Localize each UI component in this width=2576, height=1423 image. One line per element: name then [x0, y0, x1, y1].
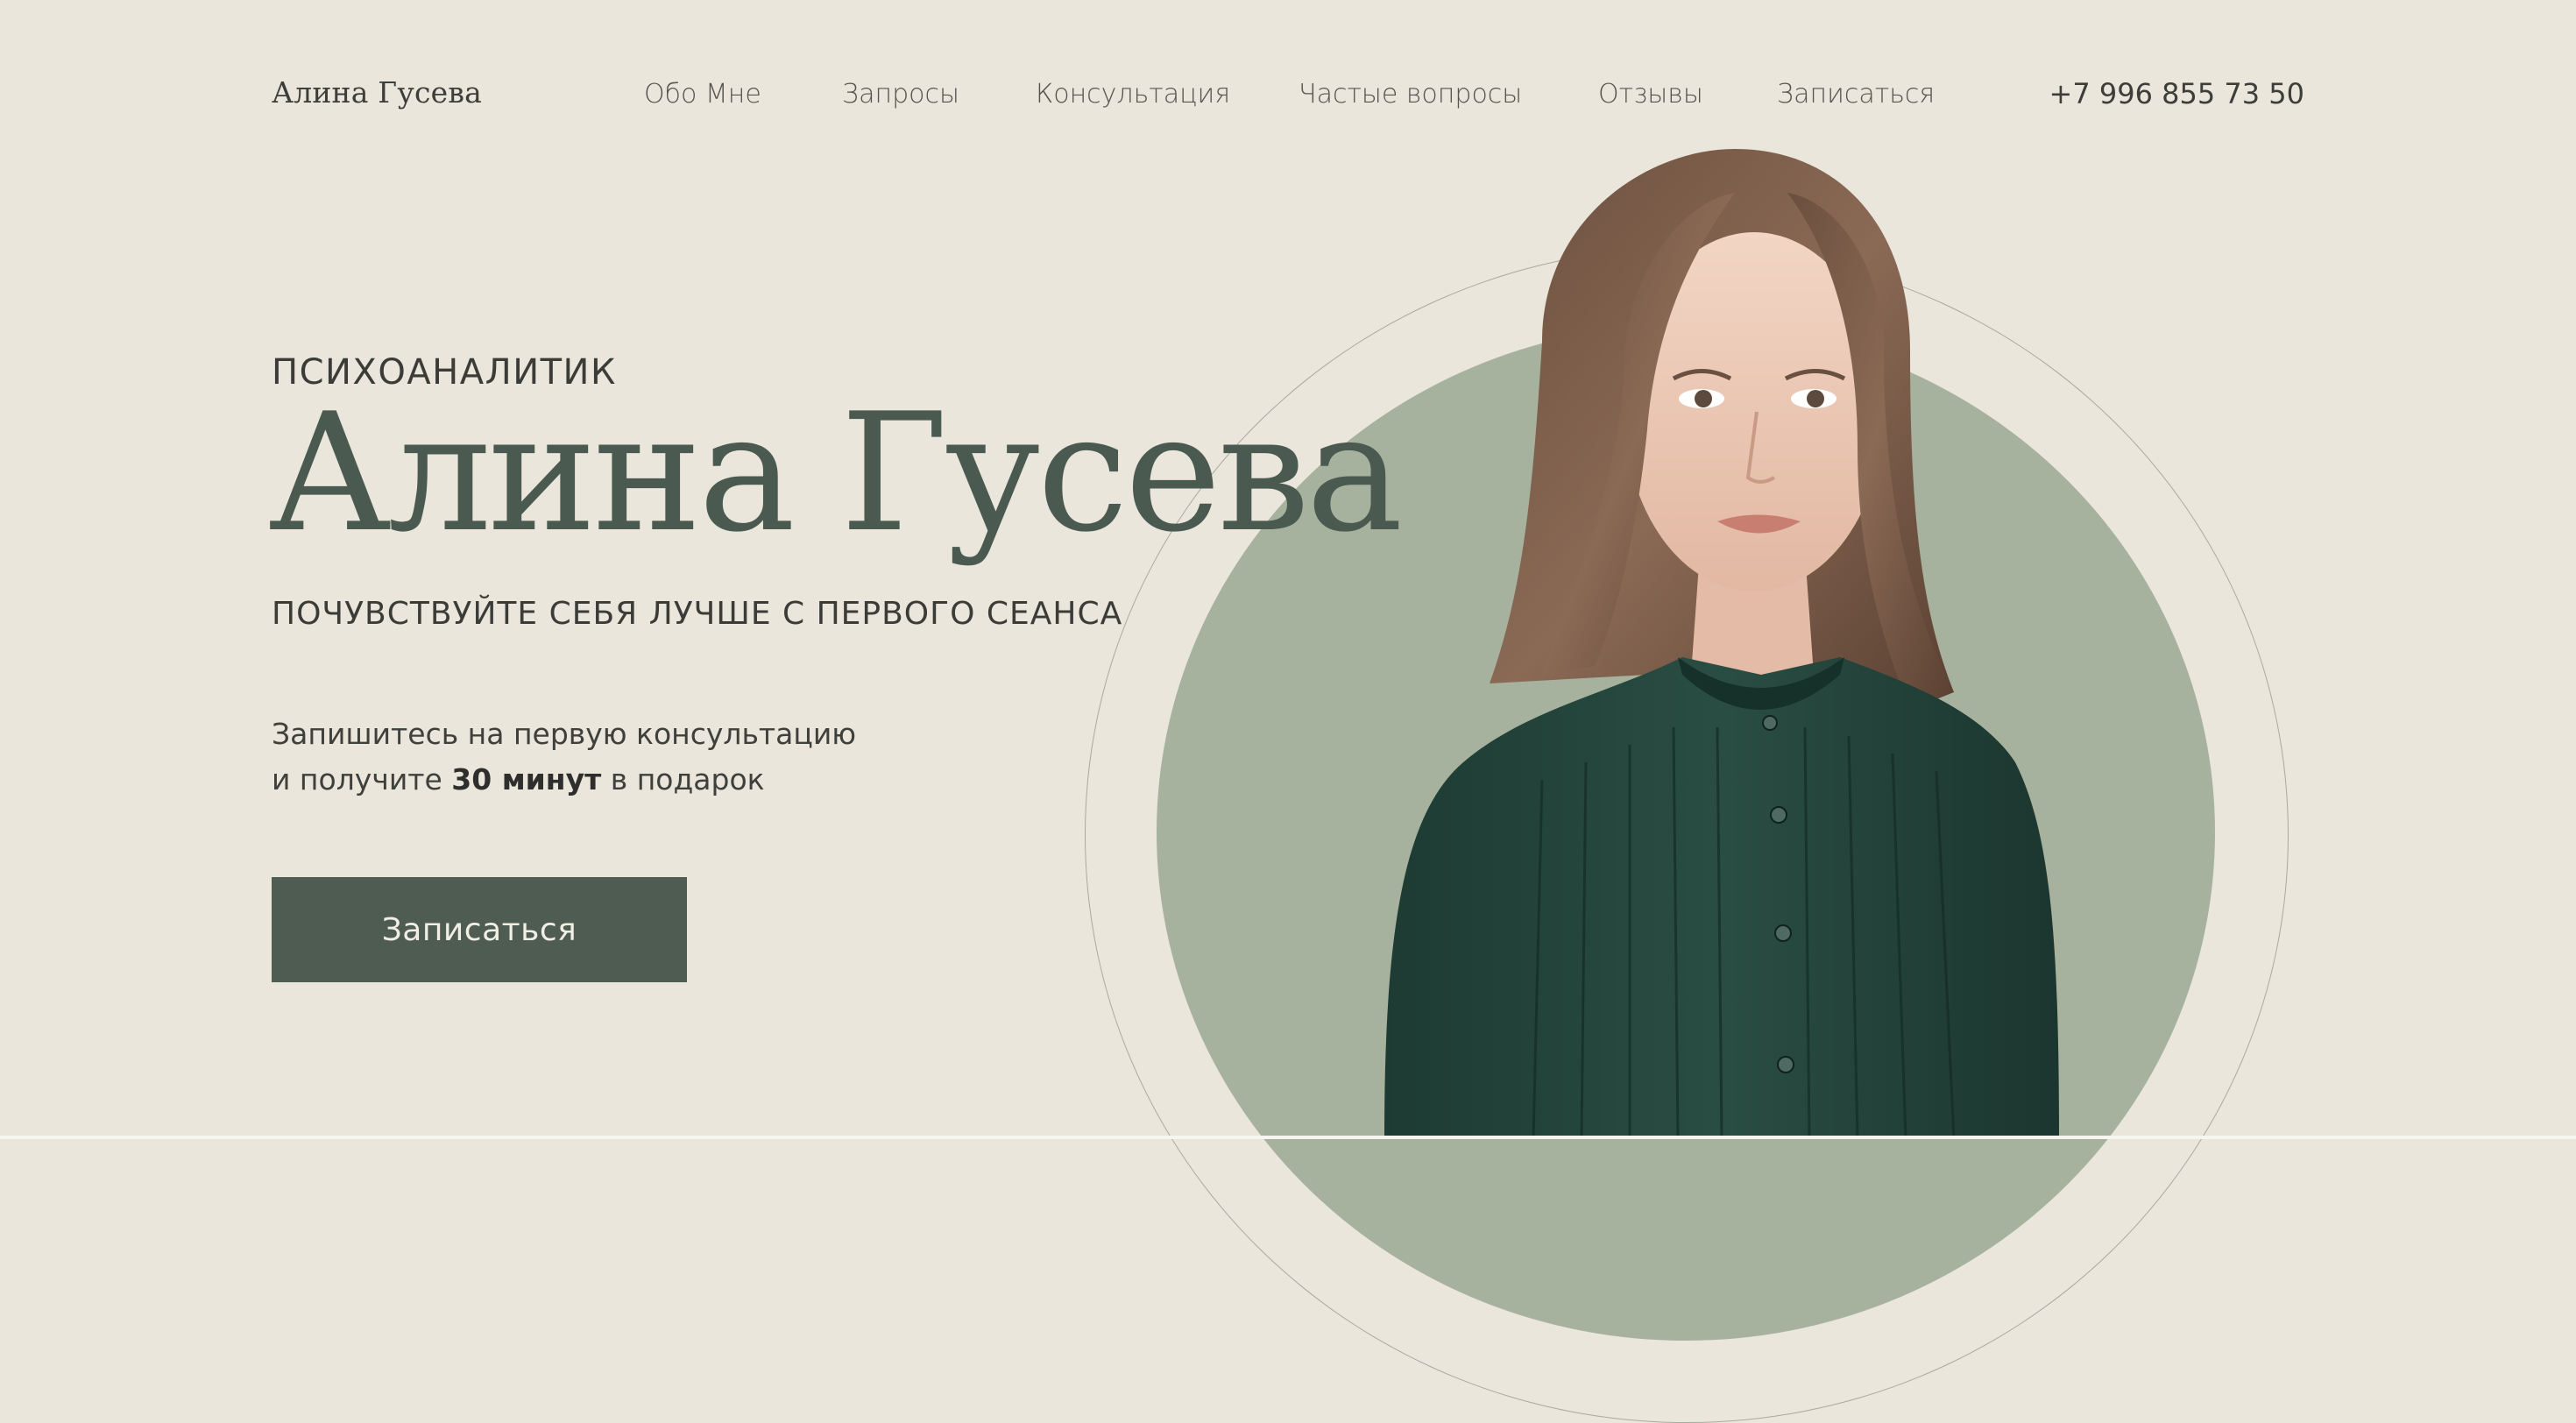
nav-item-about[interactable]: Обо Мне: [644, 79, 761, 110]
hero-title: Алина Гусева: [268, 378, 1403, 568]
signup-button[interactable]: Записаться: [272, 877, 687, 982]
nav-item-reviews[interactable]: Отзывы: [1598, 79, 1703, 110]
offer-line-1: Запишитесь на первую консультацию: [272, 717, 857, 751]
offer-text: Запишитесь на первую консультацию и полу…: [272, 712, 856, 803]
portrait-photo: [1384, 149, 2059, 1139]
hero-tagline: ПОЧУВСТВУЙТЕ СЕБЯ ЛУЧШЕ С ПЕРВОГО СЕАНСА: [272, 596, 1123, 632]
offer-line-2: и получите 30 минут в подарок: [272, 757, 856, 803]
phone-link[interactable]: +7 996 855 73 50: [2049, 77, 2304, 110]
bottom-divider: [0, 1136, 2576, 1139]
nav-item-signup[interactable]: Записаться: [1777, 79, 1935, 110]
offer-prefix: и получите: [272, 762, 442, 796]
nav-item-requests[interactable]: Запросы: [842, 79, 959, 110]
offer-highlight: 30 минут: [451, 762, 602, 796]
offer-suffix: в подарок: [610, 762, 765, 796]
nav-item-faq[interactable]: Частые вопросы: [1299, 79, 1522, 110]
nav-item-consultation[interactable]: Консультация: [1036, 79, 1230, 110]
